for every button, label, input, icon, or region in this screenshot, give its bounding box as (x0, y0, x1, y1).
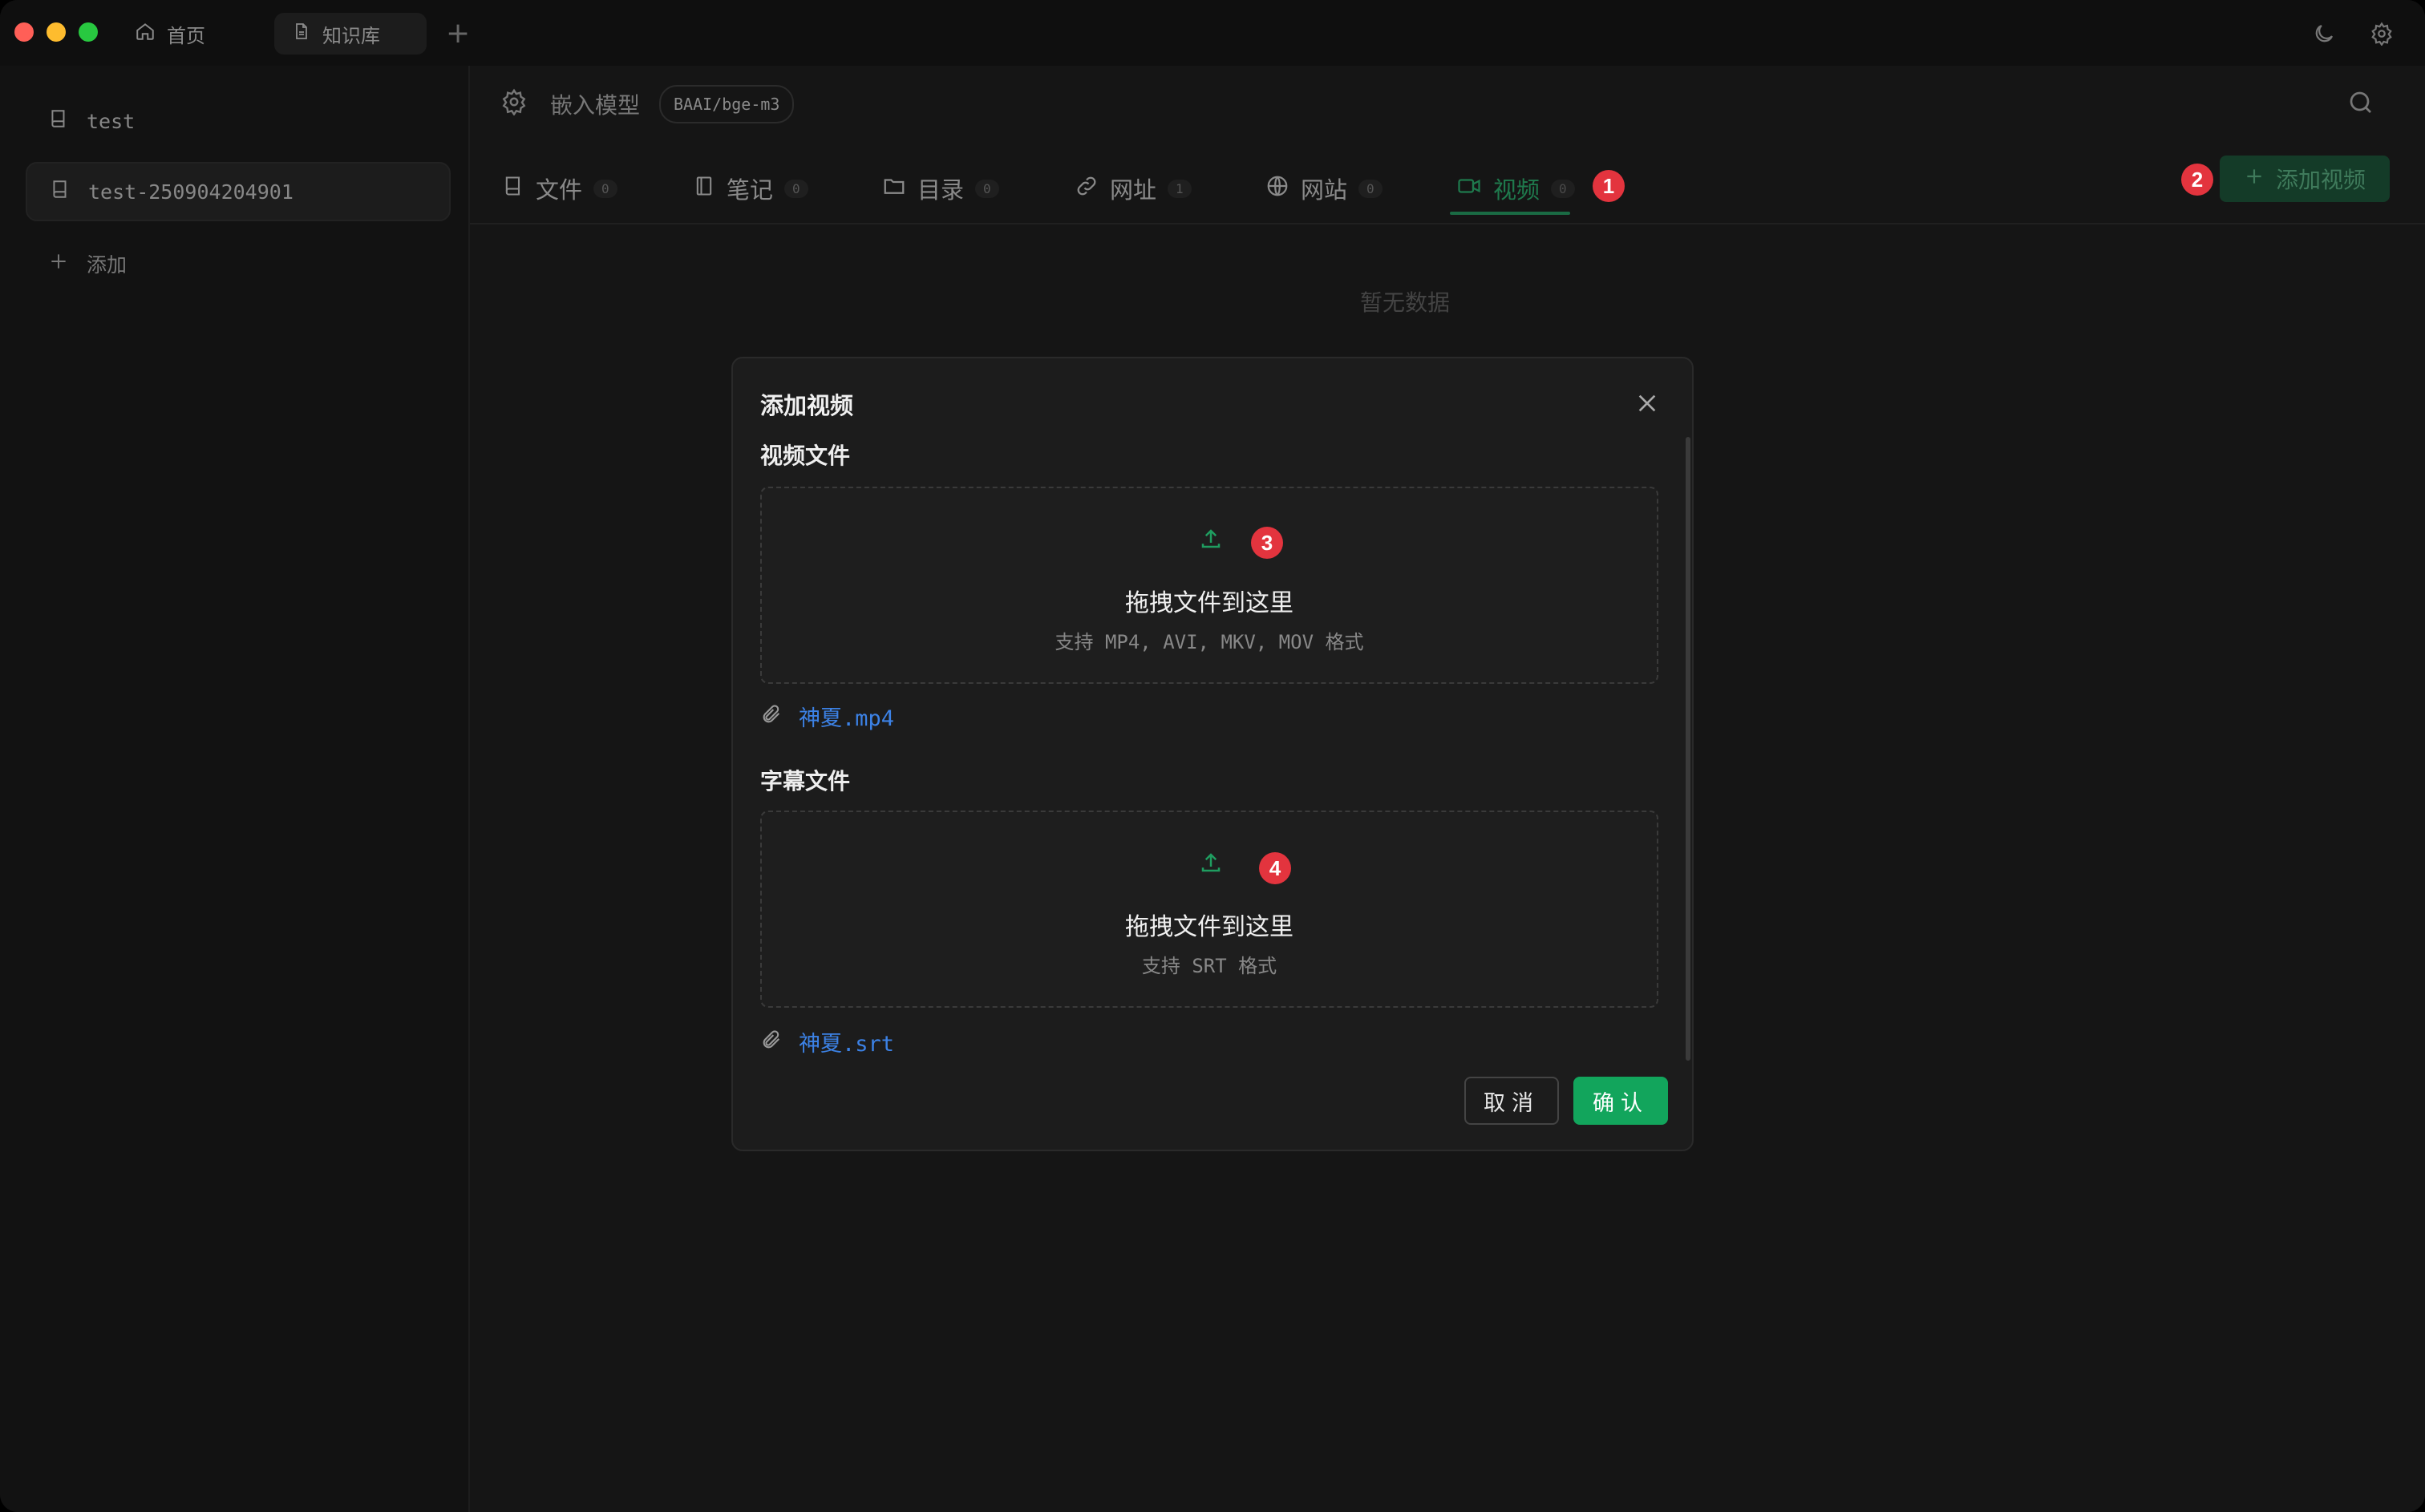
tab-label: 网站 (1301, 176, 1348, 204)
tab-knowledge-base-label: 知识库 (322, 24, 380, 47)
paperclip-icon (760, 1029, 783, 1054)
tab-notes[interactable]: 笔记 0 (693, 154, 808, 223)
plus-icon (2244, 166, 2265, 192)
add-video-label: 添加视频 (2275, 167, 2366, 193)
tab-knowledge-base[interactable]: 知识库 (274, 13, 427, 55)
cancel-button[interactable]: 取消 (1464, 1077, 1559, 1125)
content-tabs: 文件 0 笔记 0 目录 0 网址 1 网站 0 视频 0 (470, 154, 2425, 224)
book-icon (502, 174, 524, 204)
folder-icon (882, 174, 906, 204)
tab-home-label: 首页 (167, 24, 205, 47)
sidebar-item-test[interactable]: test (26, 91, 451, 151)
new-tab-button[interactable]: + (446, 18, 470, 50)
globe-icon (1265, 174, 1289, 204)
annotation-marker-4: 4 (1259, 852, 1291, 884)
upload-icon (1199, 851, 1223, 878)
tab-files[interactable]: 文件 0 (502, 154, 617, 223)
active-tab-indicator (1450, 212, 1570, 215)
subtitle-file-section-title: 字幕文件 (760, 768, 851, 794)
sidebar-add-button[interactable]: 添加 (26, 234, 451, 293)
upload-icon (1199, 527, 1223, 554)
sidebar-item-test-250904204901[interactable]: test-250904204901 (26, 162, 451, 221)
subtitle-file-item[interactable]: 神夏.srt (760, 1025, 894, 1057)
dropzone-sub-text: 支持 MP4, AVI, MKV, MOV 格式 (1055, 631, 1364, 653)
dialog-title: 添加视频 (760, 392, 854, 419)
annotation-marker-3: 3 (1251, 527, 1283, 559)
search-icon[interactable] (2346, 88, 2375, 120)
sidebar: test test-250904204901 添加 (0, 66, 470, 1512)
dropzone-main-text: 拖拽文件到这里 (1125, 913, 1293, 941)
annotation-marker-2: 2 (2181, 164, 2213, 196)
dropzone-main-text: 拖拽文件到这里 (1125, 589, 1293, 617)
plus-icon (48, 251, 69, 277)
close-icon[interactable] (1634, 390, 1660, 416)
book-icon (48, 107, 69, 135)
tab-label: 网址 (1110, 176, 1157, 204)
tab-count: 0 (975, 179, 999, 198)
tab-home[interactable]: 首页 (135, 13, 205, 55)
sidebar-item-label: test (87, 109, 136, 133)
title-bar: 首页 知识库 + (0, 0, 2425, 66)
tab-directory[interactable]: 目录 0 (882, 154, 999, 223)
subtitle-file-name[interactable]: 神夏.srt (799, 1026, 894, 1057)
tab-label: 笔记 (727, 176, 774, 204)
tab-label: 目录 (917, 176, 965, 204)
app-window: 首页 知识库 + test test-250904204901 添加 嵌入模型 … (0, 0, 2425, 1512)
notebook-icon (693, 174, 715, 204)
tab-count: 1 (1168, 179, 1192, 198)
paperclip-icon (760, 703, 783, 729)
document-icon (292, 22, 311, 46)
video-file-item[interactable]: 神夏.mp4 (760, 700, 894, 732)
gear-icon[interactable] (2367, 19, 2396, 48)
video-file-section-title: 视频文件 (760, 443, 851, 469)
video-dropzone[interactable]: 3 拖拽文件到这里 支持 MP4, AVI, MKV, MOV 格式 (760, 487, 1658, 684)
add-video-button[interactable]: 添加视频 (2220, 156, 2390, 202)
embedding-model-badge: BAAI/bge-m3 (659, 85, 795, 123)
settings-icon[interactable] (500, 88, 528, 119)
book-icon (50, 178, 71, 205)
video-camera-icon (1456, 174, 1482, 204)
empty-state-text: 暂无数据 (1360, 289, 1451, 316)
maximize-window-button[interactable] (79, 22, 98, 42)
dialog-scrollbar[interactable] (1686, 437, 1690, 1061)
tab-label: 文件 (536, 176, 583, 204)
embedding-model-label: 嵌入模型 (550, 92, 641, 119)
confirm-button[interactable]: 确认 (1573, 1077, 1668, 1125)
link-icon (1075, 174, 1099, 204)
tab-count: 0 (1358, 179, 1383, 198)
minimize-window-button[interactable] (47, 22, 66, 42)
add-video-dialog: 添加视频 视频文件 3 拖拽文件到这里 支持 MP4, AVI, MKV, MO… (731, 357, 1694, 1151)
dropzone-sub-text: 支持 SRT 格式 (1141, 955, 1277, 977)
sidebar-item-label: test-250904204901 (88, 180, 294, 204)
tab-website[interactable]: 网站 0 (1265, 154, 1383, 223)
video-file-name[interactable]: 神夏.mp4 (799, 701, 894, 732)
tab-label: 视频 (1493, 176, 1540, 204)
tab-url[interactable]: 网址 1 (1075, 154, 1192, 223)
sidebar-add-label: 添加 (87, 253, 128, 277)
home-icon (135, 21, 156, 46)
tab-count: 0 (1551, 179, 1575, 198)
annotation-marker-1: 1 (1593, 170, 1625, 202)
close-window-button[interactable] (14, 22, 34, 42)
tab-count: 0 (784, 179, 808, 198)
tab-count: 0 (593, 179, 617, 198)
subtitle-dropzone[interactable]: 4 拖拽文件到这里 支持 SRT 格式 (760, 811, 1658, 1008)
moon-icon[interactable] (2310, 19, 2338, 48)
